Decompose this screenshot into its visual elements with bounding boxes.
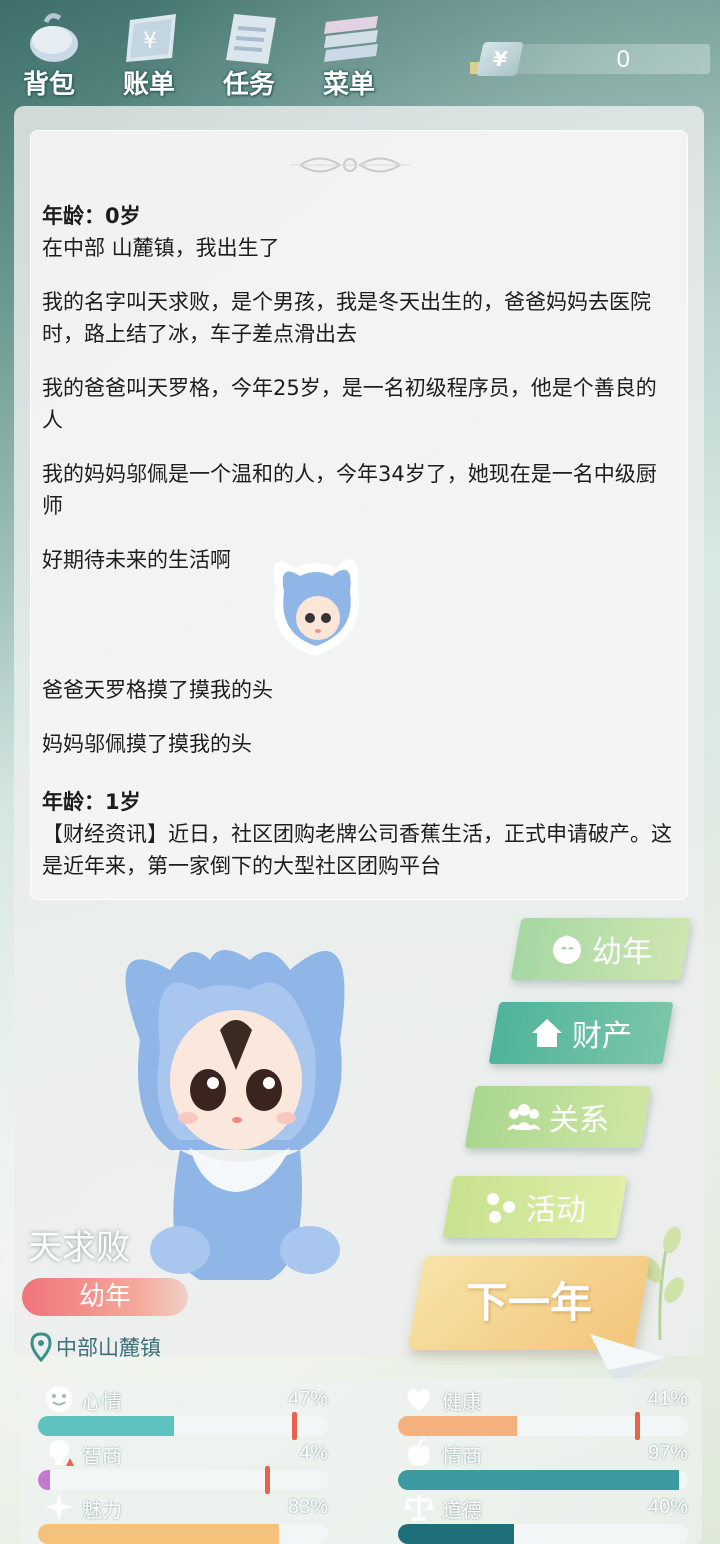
stat-label: 智商 — [82, 1444, 122, 1468]
baby-face-icon — [553, 935, 581, 964]
location-pin-icon — [30, 1332, 52, 1362]
stat-bar-fill — [38, 1524, 279, 1544]
location-text: 中部山麓镇 — [56, 1336, 161, 1360]
people-icon — [507, 1104, 541, 1130]
stat-bar — [38, 1524, 328, 1544]
stat-bar-fill — [398, 1524, 514, 1544]
nav-task[interactable]: 任务 — [204, 4, 294, 100]
top-nav: 背包 ¥ 账单 任务 菜单 ¥ 0 — [0, 0, 720, 100]
age-heading: 年龄：0岁 — [42, 204, 141, 228]
story-line: 在中部 山麓镇，我出生了 — [42, 236, 280, 260]
nav-bill-label: 账单 — [122, 70, 175, 100]
story-line: 爸爸天罗格摸了摸我的头 — [42, 678, 273, 702]
property-button[interactable]: 财产 — [488, 1002, 674, 1064]
heart-icon — [407, 1389, 431, 1411]
yen-icon: ¥ — [476, 42, 524, 76]
stats-panel: 心情 47% 健康 41% 智商 4% 情商 97% 魅力 83% 道德 40% — [20, 1378, 702, 1544]
smile-icon — [46, 1386, 72, 1412]
age-heading: 年龄：1岁 — [42, 790, 141, 814]
sparkle-icon — [45, 1493, 73, 1521]
money-bar — [498, 44, 710, 74]
stat-mood: 心情 47% — [38, 1384, 328, 1440]
stat-iq: 智商 4% — [38, 1438, 328, 1494]
stat-bar-fill — [38, 1416, 175, 1436]
stat-label: 心情 — [82, 1390, 122, 1414]
story-line: 我的名字叫天求败，是个男孩，我是冬天出生的，爸爸妈妈去医院时，路上结了冰，车子差… — [42, 290, 651, 346]
stat-bar — [398, 1416, 688, 1436]
svg-text:¥: ¥ — [143, 29, 157, 54]
bulb-icon — [49, 1440, 74, 1466]
stat-bar-fill — [38, 1470, 50, 1490]
story-line: 我的妈妈邬佩是一个温和的人，今年34岁了，她现在是一名中级厨师 — [42, 462, 657, 518]
stat-label: 情商 — [442, 1444, 482, 1468]
stat-bar — [398, 1470, 688, 1490]
stat-health: 健康 41% — [398, 1384, 688, 1440]
baby-sticker-icon — [273, 559, 360, 656]
relations-button-label: 关系 — [549, 1103, 609, 1138]
menu-icon — [324, 16, 378, 62]
stat-bar-marker — [635, 1412, 640, 1440]
property-button-label: 财产 — [572, 1019, 632, 1054]
money-value: 0 — [616, 46, 630, 73]
story-line: 【财经资讯】近日，社区团购老牌公司香蕉生活，正式申请破产。这是近年来，第一家倒下… — [42, 822, 672, 878]
stage-button[interactable]: 幼年 — [510, 918, 692, 980]
activity-button-label: 活动 — [526, 1193, 586, 1228]
stat-bar — [38, 1470, 328, 1490]
nav-menu-label: 菜单 — [322, 70, 375, 100]
stat-bar — [38, 1416, 328, 1436]
nav-bill[interactable]: ¥ 账单 — [104, 4, 194, 100]
stat-morality: 道德 40% — [398, 1492, 688, 1544]
house-icon — [532, 1019, 562, 1047]
nav-backpack[interactable]: 背包 — [4, 4, 94, 100]
money-display: ¥ 0 — [470, 40, 710, 76]
backpack-icon — [30, 13, 78, 62]
nav-menu[interactable]: 菜单 — [304, 4, 394, 100]
stat-bar-marker — [265, 1466, 270, 1494]
stat-value: 41% — [647, 1388, 688, 1410]
stat-label: 魅力 — [82, 1498, 122, 1522]
stat-eq: 情商 97% — [398, 1438, 688, 1490]
stat-label: 健康 — [442, 1390, 482, 1414]
apple-icon — [408, 1438, 430, 1466]
stat-value: 83% — [287, 1496, 328, 1518]
activity-button[interactable]: 活动 — [442, 1176, 628, 1238]
relations-button[interactable]: 关系 — [464, 1086, 652, 1148]
location: 中部山麓镇 — [30, 1330, 161, 1364]
activity-icon — [487, 1193, 515, 1223]
task-icon — [226, 14, 276, 64]
stat-value: 97% — [647, 1442, 688, 1464]
stat-value: 47% — [287, 1388, 328, 1410]
story-line: 妈妈邬佩摸了摸我的头 — [42, 732, 252, 756]
life-stage-badge: 幼年 — [22, 1278, 188, 1316]
stat-value: 4% — [299, 1442, 328, 1464]
stat-bar-marker — [292, 1412, 297, 1440]
stat-charm: 魅力 83% — [38, 1492, 328, 1544]
nav-task-label: 任务 — [222, 70, 275, 100]
bill-icon: ¥ — [126, 14, 176, 62]
ornament-icon — [290, 157, 410, 173]
character-avatar[interactable] — [110, 920, 360, 1290]
story-text: 年龄：0岁 在中部 山麓镇，我出生了 我的名字叫天求败，是个男孩，我是冬天出生的… — [42, 200, 672, 882]
scale-icon — [404, 1495, 434, 1521]
nav-backpack-label: 背包 — [22, 70, 75, 100]
story-line: 我的爸爸叫天罗格，今年25岁，是一名初级程序员，他是个善良的人 — [42, 376, 657, 432]
stat-bar-fill — [398, 1416, 517, 1436]
stat-bar-fill — [398, 1470, 680, 1490]
stat-label: 道德 — [442, 1498, 482, 1522]
stat-bar — [398, 1524, 688, 1544]
character-name: 天求败 — [28, 1228, 130, 1268]
stat-value: 40% — [647, 1496, 688, 1518]
stage-button-label: 幼年 — [592, 935, 652, 970]
